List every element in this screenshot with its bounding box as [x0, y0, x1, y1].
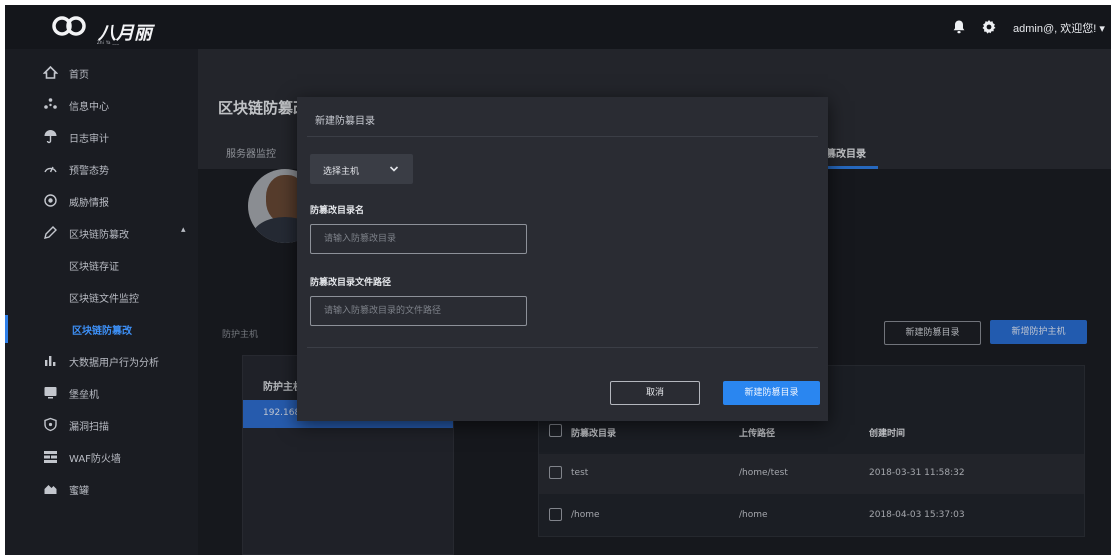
sidebar-item-label: 威胁情报: [69, 198, 109, 209]
sidebar-item-info-center[interactable]: 信息中心: [5, 91, 198, 119]
sidebar-item-label: 首页: [69, 70, 89, 81]
sidebar-item-log-audit[interactable]: 日志审计: [5, 123, 198, 151]
dir-name-label: 防篡改目录名: [310, 206, 365, 216]
eye-icon: [44, 194, 57, 207]
chevron-down-icon: [389, 166, 399, 172]
sidebar-item-label: 区块链防篡改: [69, 230, 129, 241]
sidebar-item-label: 日志审计: [69, 134, 109, 145]
dir-path-label: 防篡改目录文件路径: [310, 278, 392, 288]
bell-icon[interactable]: [951, 19, 967, 35]
sidebar-item-ueba[interactable]: 大数据用户行为分析: [5, 347, 198, 375]
sidebar-item-label: 预警态势: [69, 166, 109, 177]
sidebar-item-vuln-scan[interactable]: 漏洞扫描: [5, 411, 198, 439]
sidebar-item-label: WAF防火墙: [69, 454, 121, 465]
app-window: 八月丽 Zhi Ya ___ admin@, 欢迎您! ▾ 首页 信息中心 日志…: [5, 5, 1111, 555]
sidebar-subitem-tamper-proof[interactable]: 区块链防篡改: [5, 315, 198, 343]
home-icon: [43, 65, 58, 79]
sidebar-item-label: 堡垒机: [69, 390, 99, 401]
host-select[interactable]: 选择主机: [310, 154, 413, 184]
top-bar: 八月丽 Zhi Ya ___ admin@, 欢迎您! ▾: [5, 5, 1111, 49]
divider: [307, 347, 818, 348]
dialog-title: 新建防篡目录: [315, 116, 375, 127]
cancel-button[interactable]: 取消: [610, 381, 700, 405]
chevron-up-icon: ▴: [181, 225, 186, 235]
logo-mark-icon: [52, 16, 86, 36]
sidebar-item-situation[interactable]: 预警态势: [5, 155, 198, 183]
create-dir-button[interactable]: 新建防篡目录: [723, 381, 820, 405]
sidebar-item-waf[interactable]: WAF防火墙: [5, 443, 198, 471]
sidebar-subitem-file-monitor[interactable]: 区块链文件监控: [5, 283, 198, 311]
sidebar-item-honeypot[interactable]: 蜜罐: [5, 475, 198, 503]
divider: [307, 136, 818, 137]
sidebar-item-threat-intel[interactable]: 威胁情报: [5, 187, 198, 215]
sidebar: 首页 信息中心 日志审计 预警态势 威胁情报 区块链防篡改 ▴ 区块链存证 区块…: [5, 49, 198, 555]
host-select-value: 选择主机: [323, 167, 360, 177]
umbrella-icon: [44, 130, 57, 144]
logo-subtitle: Zhi Ya ___: [97, 40, 120, 45]
dir-name-input[interactable]: [310, 224, 527, 254]
sidebar-item-bastion[interactable]: 堡垒机: [5, 379, 198, 407]
bar-chart-icon: [45, 356, 56, 366]
monitor-icon: [44, 387, 57, 399]
sidebar-item-label: 区块链防篡改: [72, 326, 132, 337]
sidebar-item-label: 区块链文件监控: [69, 294, 139, 305]
sidebar-item-home[interactable]: 首页: [5, 59, 198, 87]
shield-icon: [44, 417, 57, 432]
network-icon: [44, 98, 57, 109]
firewall-icon: [44, 451, 57, 463]
sidebar-item-label: 漏洞扫描: [69, 422, 109, 433]
sidebar-item-label: 区块链存证: [69, 262, 119, 273]
new-dir-dialog: 新建防篡目录 选择主机 防篡改目录名 防篡改目录文件路径 取消 新建防篡目录: [297, 97, 828, 421]
sidebar-subitem-evidence[interactable]: 区块链存证: [5, 251, 198, 279]
gear-icon[interactable]: [981, 19, 997, 35]
pen-icon: [44, 226, 57, 239]
user-menu[interactable]: admin@, 欢迎您! ▾: [1013, 20, 1105, 36]
sidebar-item-blockchain[interactable]: 区块链防篡改 ▴: [5, 219, 198, 247]
honeypot-icon: [44, 485, 57, 494]
dir-path-input[interactable]: [310, 296, 527, 326]
sidebar-item-label: 信息中心: [69, 102, 109, 113]
logo[interactable]: 八月丽 Zhi Ya ___: [51, 11, 181, 45]
radar-icon: [44, 166, 57, 173]
sidebar-item-label: 大数据用户行为分析: [69, 358, 159, 369]
sidebar-item-label: 蜜罐: [69, 486, 89, 497]
